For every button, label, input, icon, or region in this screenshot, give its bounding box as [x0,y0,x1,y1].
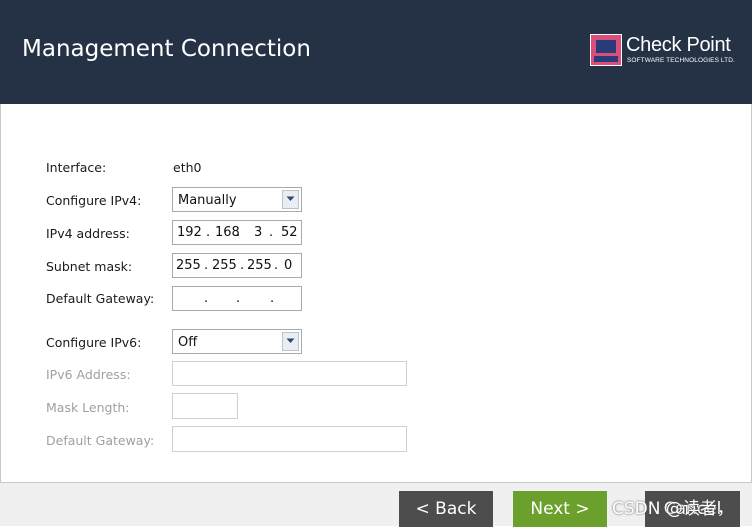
mask-length-input[interactable] [172,393,238,419]
ipv4-address-label: IPv4 address: [46,226,130,241]
ipv6-gateway-label: Default Gateway: [46,433,155,448]
mask-length-label: Mask Length: [46,400,130,415]
ipv4-address-input[interactable]: 192 . 168 . 3 . 52 [172,220,302,245]
configure-ipv4-select[interactable]: Manually [172,187,302,212]
subnet-octet-2: 255 [212,258,237,273]
configure-ipv6-select[interactable]: Off [172,329,302,354]
chevron-down-icon[interactable] [282,190,299,209]
logo-subtext: SOFTWARE TECHNOLOGIES LTD. [627,57,735,64]
subnet-octet-1: 255 [176,258,201,273]
configure-ipv6-value: Off [178,335,198,350]
configure-ipv6-label: Configure IPv6: [46,335,142,350]
dot: . [206,225,211,240]
back-button[interactable]: < Back [399,491,493,527]
subnet-octet-4: 0 [284,258,293,273]
interface-label: Interface: [46,160,107,175]
dot: . [274,258,279,273]
configure-ipv4-value: Manually [178,193,237,208]
dot: . [204,258,209,273]
dot: . [240,258,245,273]
ipv6-address-label: IPv6 Address: [46,367,131,382]
logo-text: Check Point [626,34,731,56]
dot: . [270,291,275,306]
header-bar: Management Connection Check Point SOFTWA… [0,0,752,104]
configure-ipv4-label: Configure IPv4: [46,193,142,208]
ipv4-octet-3: 3 [254,225,263,240]
subnet-octet-3: 255 [247,258,272,273]
ipv4-octet-1: 192 [177,225,202,240]
dot: . [269,225,274,240]
default-gateway-input[interactable]: . . . [172,286,302,311]
chevron-down-icon[interactable] [282,332,299,351]
form-panel: Interface: eth0 Configure IPv4: Manually… [0,104,752,482]
watermark: CSDN @读者， [612,499,734,519]
subnet-mask-input[interactable]: 255 . 255 . 255 . 0 [172,253,302,278]
dot: . [204,291,209,306]
dot: . [236,291,241,306]
checkpoint-logo: Check Point SOFTWARE TECHNOLOGIES LTD. [590,34,748,68]
dot: . [236,225,241,240]
ipv6-address-input[interactable] [172,361,407,386]
ipv4-octet-4: 52 [281,225,298,240]
checkpoint-logo-icon [590,34,622,66]
subnet-mask-label: Subnet mask: [46,259,133,274]
page-title: Management Connection [22,36,311,62]
interface-value: eth0 [173,160,202,175]
next-button[interactable]: Next > [513,491,607,527]
default-gateway-label: Default Gateway: [46,291,155,306]
ipv6-gateway-input[interactable] [172,426,407,452]
